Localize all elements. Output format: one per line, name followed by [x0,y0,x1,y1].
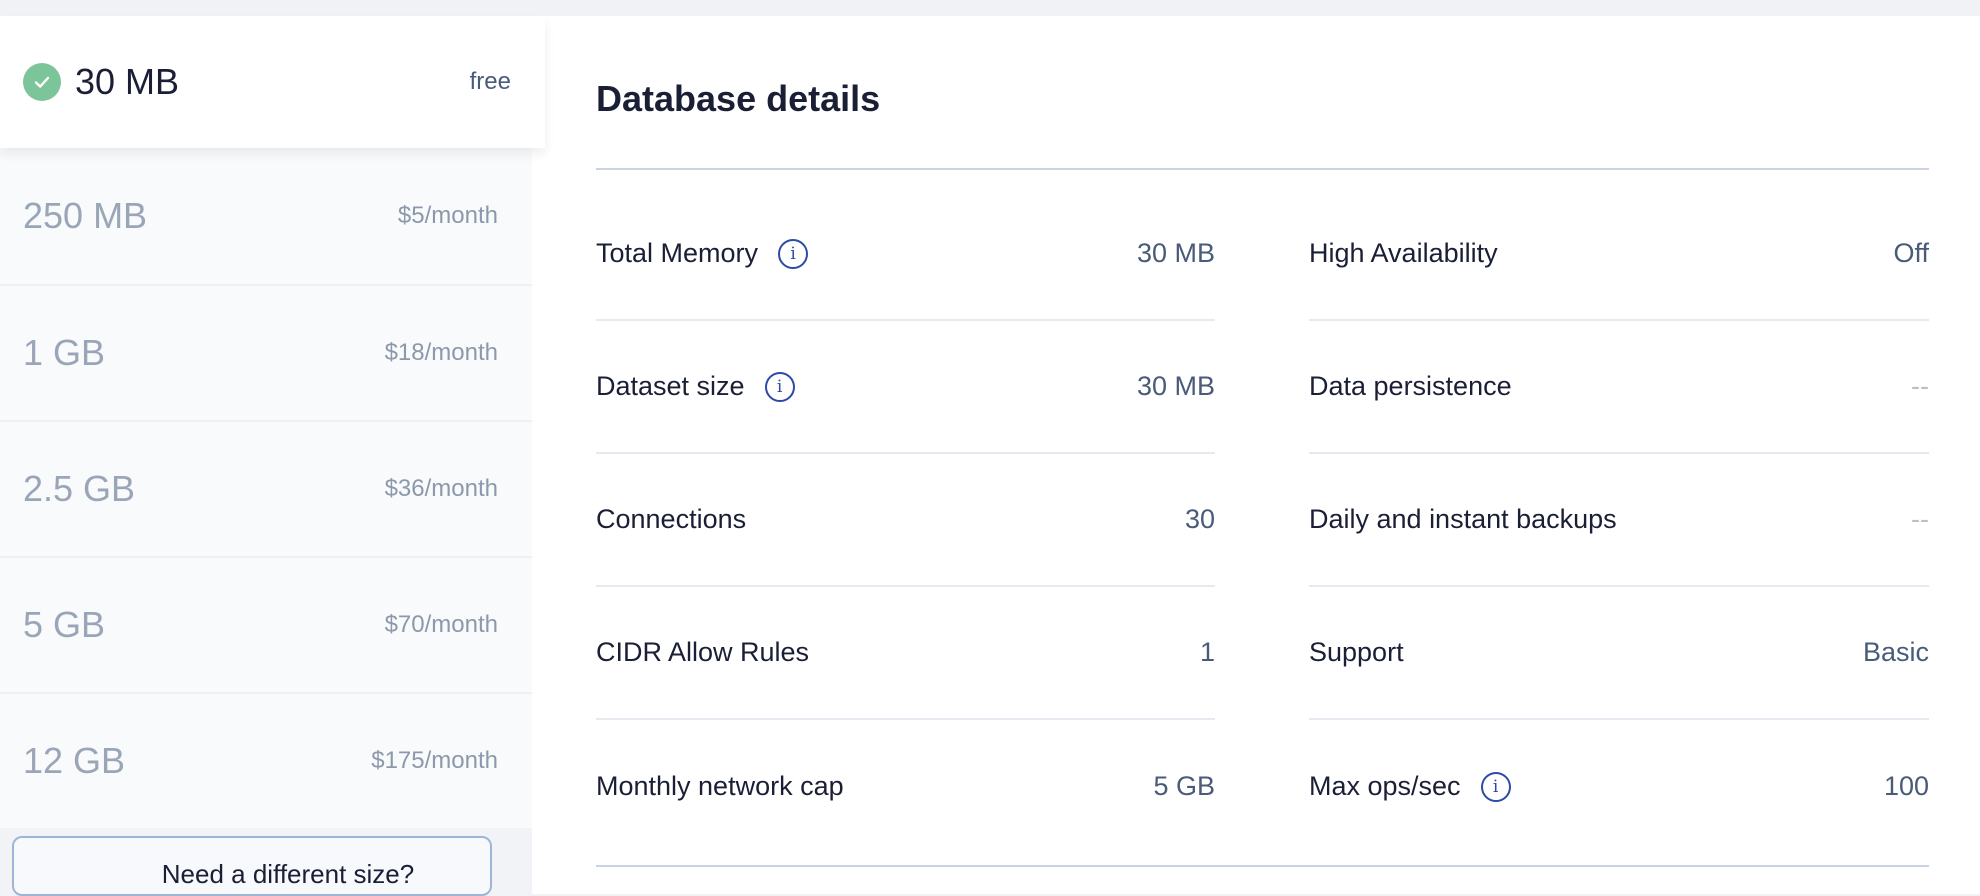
detail-value: -- [1911,371,1929,401]
detail-row-high-availability: High Availability Off [1309,188,1929,321]
detail-label: Total Memory [596,238,759,268]
plan-price: free [469,68,511,95]
detail-label-wrap: Max ops/sec i [1309,771,1511,802]
plan-size: 30 MB [75,61,180,102]
detail-label-wrap: Dataset size i [596,371,795,402]
detail-label: Data persistence [1309,371,1512,401]
detail-row-support: Support Basic [1309,587,1929,720]
detail-label-wrap: Total Memory i [596,238,809,269]
plan-option-12gb[interactable]: 12 GB $175/month [0,694,532,828]
divider [596,168,1929,170]
detail-row-monthly-network-cap: Monthly network cap 5 GB [596,720,1215,853]
info-icon[interactable]: i [1480,771,1511,802]
detail-label: Support [1309,637,1404,667]
plan-price: $5/month [397,202,498,229]
page-title: Database details [596,78,881,119]
detail-row-data-persistence: Data persistence -- [1309,321,1929,454]
plan-price: $36/month [384,475,498,502]
need-different-size-button[interactable]: Need a different size? [12,836,492,896]
plan-size: 250 MB [23,195,148,236]
detail-value: 5 GB [1153,771,1215,801]
detail-label: Dataset size [596,371,745,401]
detail-row-cidr-allow-rules: CIDR Allow Rules 1 [596,587,1215,720]
plan-size: 5 GB [23,604,106,645]
detail-label: Connections [596,504,747,534]
detail-row-total-memory: Total Memory i 30 MB [596,188,1215,321]
detail-label: CIDR Allow Rules [596,637,810,667]
detail-label: High Availability [1309,238,1498,268]
detail-value: Off [1893,238,1929,268]
detail-value: 30 [1184,504,1215,534]
info-icon[interactable]: i [778,238,809,269]
plan-list: 30 MB free 250 MB $5/month 1 GB $18/mont… [0,16,545,894]
database-details-panel: Database details Total Memory i 30 MB Da… [532,16,1980,894]
detail-value: 30 MB [1136,238,1215,268]
detail-row-max-ops-sec: Max ops/sec i 100 [1309,720,1929,853]
detail-label: Daily and instant backups [1309,504,1617,534]
plan-price: $175/month [371,747,498,774]
plan-option-2-5gb[interactable]: 2.5 GB $36/month [0,422,532,558]
detail-row-connections: Connections 30 [596,454,1215,587]
plan-option-250mb[interactable]: 250 MB $5/month [0,148,532,286]
plan-size: 12 GB [23,740,126,781]
plan-size: 1 GB [23,332,106,373]
plan-price: $70/month [384,611,498,638]
detail-value: 30 MB [1136,371,1215,401]
page: 30 MB free 250 MB $5/month 1 GB $18/mont… [0,16,1980,894]
detail-row-dataset-size: Dataset size i 30 MB [596,321,1215,454]
detail-value: 1 [1199,637,1215,667]
info-icon[interactable]: i [764,371,795,402]
plan-option-5gb[interactable]: 5 GB $70/month [0,558,532,694]
plan-option-left: 30 MB [23,61,179,103]
divider [596,865,1929,867]
plan-option-1gb[interactable]: 1 GB $18/month [0,286,532,422]
detail-value: 100 [1883,771,1929,801]
detail-value: Basic [1862,637,1929,667]
detail-value: -- [1911,504,1929,534]
detail-row-backups: Daily and instant backups -- [1309,454,1929,587]
plan-option-30mb[interactable]: 30 MB free [0,16,545,148]
plan-price: $18/month [384,339,498,366]
plan-size: 2.5 GB [23,468,136,509]
check-icon [23,63,61,101]
detail-label: Max ops/sec [1309,771,1461,801]
detail-label: Monthly network cap [596,771,844,801]
